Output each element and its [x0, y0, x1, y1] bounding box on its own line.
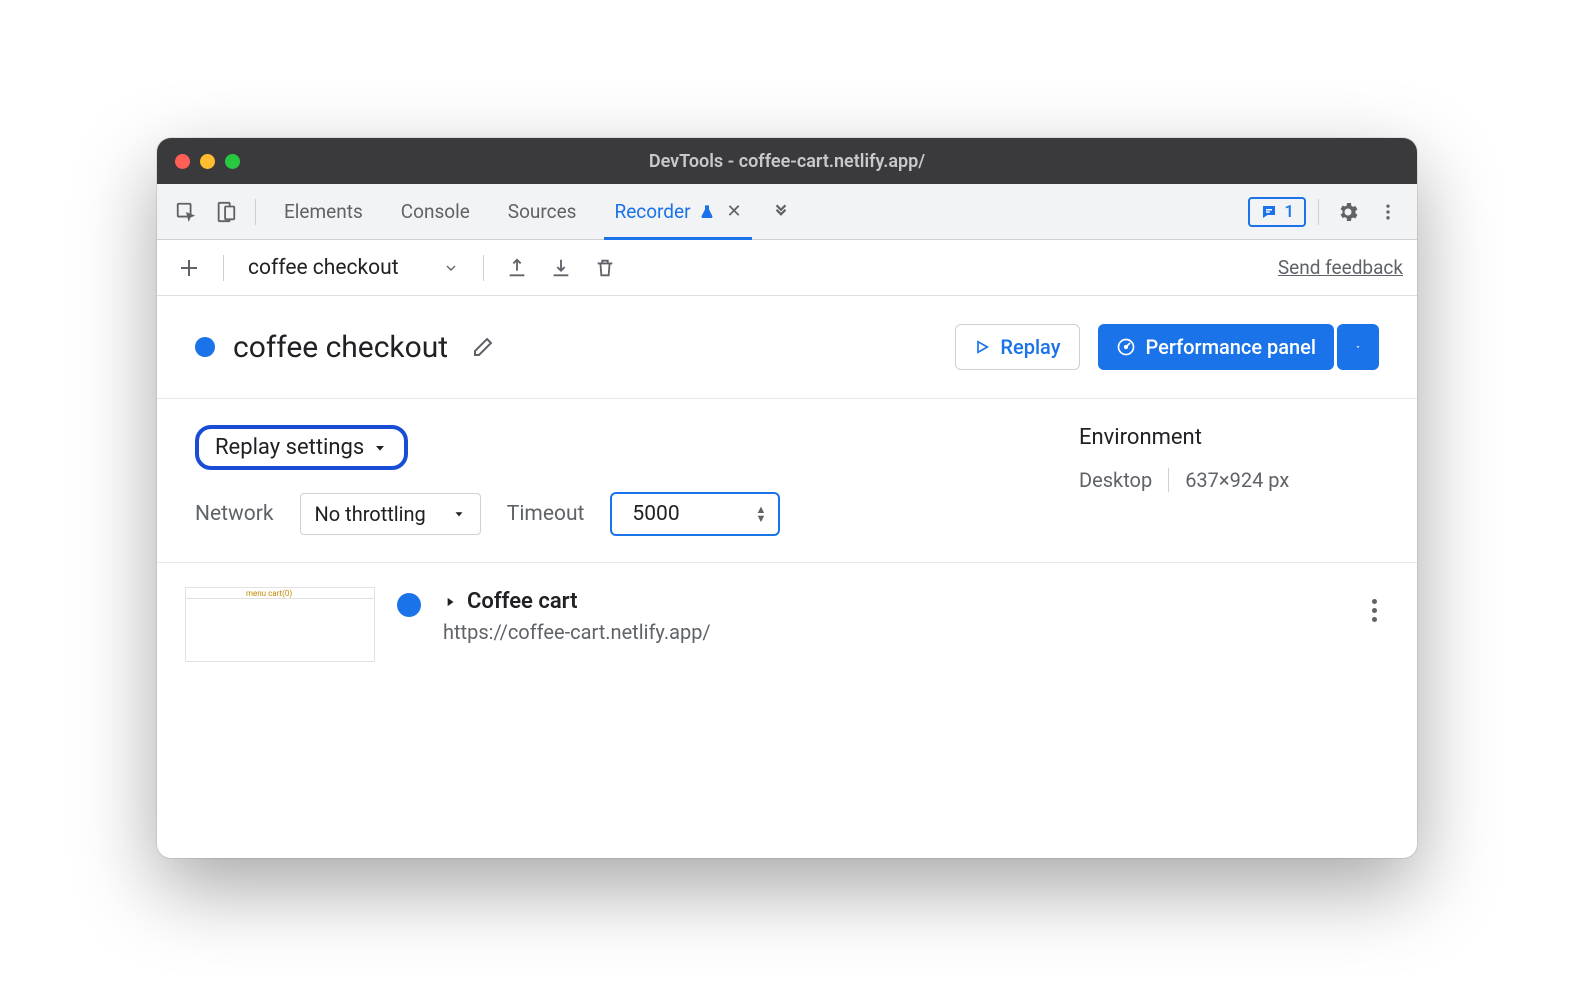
device-toggle-icon[interactable]: [209, 195, 243, 229]
inspect-element-icon[interactable]: [169, 195, 203, 229]
throttling-value: No throttling: [315, 502, 426, 526]
settings-section: Replay settings Network No throttling Ti…: [157, 399, 1417, 563]
flask-icon: [699, 204, 715, 220]
step-title: Coffee cart: [467, 589, 578, 614]
export-icon[interactable]: [500, 251, 534, 285]
replay-button-label: Replay: [1000, 335, 1060, 359]
recording-title: coffee checkout: [233, 330, 448, 365]
environment-dimensions: 637×924 px: [1168, 468, 1289, 492]
kebab-menu-icon[interactable]: [1371, 195, 1405, 229]
new-recording-button[interactable]: [171, 250, 207, 286]
divider: [255, 199, 256, 225]
tab-recorder[interactable]: Recorder ✕: [598, 184, 757, 240]
step-thumbnail[interactable]: menu cart(0): [185, 587, 375, 662]
settings-icon[interactable]: [1331, 195, 1365, 229]
replay-settings-toggle[interactable]: Replay settings: [195, 425, 408, 470]
performance-panel-button[interactable]: Performance panel: [1098, 324, 1335, 370]
step-dot-icon: [397, 593, 421, 617]
maximize-window-icon[interactable]: [225, 154, 240, 169]
tab-console[interactable]: Console: [385, 184, 486, 240]
close-tab-icon[interactable]: ✕: [727, 201, 742, 222]
network-throttling-select[interactable]: No throttling: [300, 493, 481, 535]
timeout-input[interactable]: 5000 ▲▼: [610, 492, 780, 536]
send-feedback-link[interactable]: Send feedback: [1278, 256, 1403, 279]
close-window-icon[interactable]: [175, 154, 190, 169]
replay-button[interactable]: Replay: [955, 324, 1079, 370]
environment-device: Desktop: [1079, 468, 1152, 492]
traffic-lights: [175, 154, 240, 169]
titlebar: DevTools - coffee-cart.netlify.app/: [157, 138, 1417, 184]
recorder-toolbar: coffee checkout Send feedback: [157, 240, 1417, 296]
divider: [1318, 199, 1319, 225]
divider: [223, 255, 224, 281]
recording-header: coffee checkout Replay Performance panel: [157, 296, 1417, 399]
divider: [483, 255, 484, 281]
tab-label: Recorder: [614, 200, 690, 223]
environment-title: Environment: [1079, 425, 1379, 450]
steps-list: menu cart(0) Coffee cart https://coffee-…: [157, 563, 1417, 686]
caret-down-icon: [452, 507, 466, 521]
replay-settings-label: Replay settings: [215, 435, 364, 460]
caret-down-icon: [372, 440, 388, 456]
environment-block: Environment Desktop 637×924 px: [1079, 425, 1379, 536]
issues-badge[interactable]: 1: [1248, 197, 1306, 227]
network-label: Network: [195, 502, 274, 526]
issues-icon: [1260, 203, 1278, 221]
devtools-tabbar: Elements Console Sources Recorder ✕ 1: [157, 184, 1417, 240]
performance-panel-dropdown[interactable]: [1337, 324, 1379, 370]
step-header[interactable]: Coffee cart: [443, 589, 1337, 614]
step-menu-icon[interactable]: [1359, 599, 1389, 622]
chevron-down-icon: [443, 260, 459, 276]
tab-elements[interactable]: Elements: [268, 184, 379, 240]
timeline: [397, 593, 421, 617]
tab-sources[interactable]: Sources: [492, 184, 593, 240]
recording-selector[interactable]: coffee checkout: [240, 256, 467, 280]
devtools-window: DevTools - coffee-cart.netlify.app/ Elem…: [157, 138, 1417, 858]
status-dot-icon: [195, 337, 215, 357]
edit-title-icon[interactable]: [466, 330, 500, 364]
timeout-value: 5000: [632, 502, 679, 526]
issues-count: 1: [1284, 202, 1294, 222]
play-icon: [974, 338, 990, 356]
performance-panel-label: Performance panel: [1146, 335, 1317, 359]
import-icon[interactable]: [544, 251, 578, 285]
minimize-window-icon[interactable]: [200, 154, 215, 169]
caret-down-icon: [1355, 340, 1361, 354]
tab-label: Sources: [508, 200, 577, 223]
tab-label: Elements: [284, 200, 363, 223]
more-tabs-icon[interactable]: [764, 195, 798, 229]
caret-right-icon: [443, 595, 457, 609]
gauge-icon: [1116, 337, 1136, 357]
number-stepper-icon[interactable]: ▲▼: [756, 505, 767, 523]
recording-selector-label: coffee checkout: [248, 256, 399, 280]
timeout-label: Timeout: [507, 502, 585, 526]
delete-icon[interactable]: [588, 251, 622, 285]
tab-label: Console: [401, 200, 470, 223]
window-title: DevTools - coffee-cart.netlify.app/: [157, 151, 1417, 172]
step-url: https://coffee-cart.netlify.app/: [443, 620, 1337, 644]
